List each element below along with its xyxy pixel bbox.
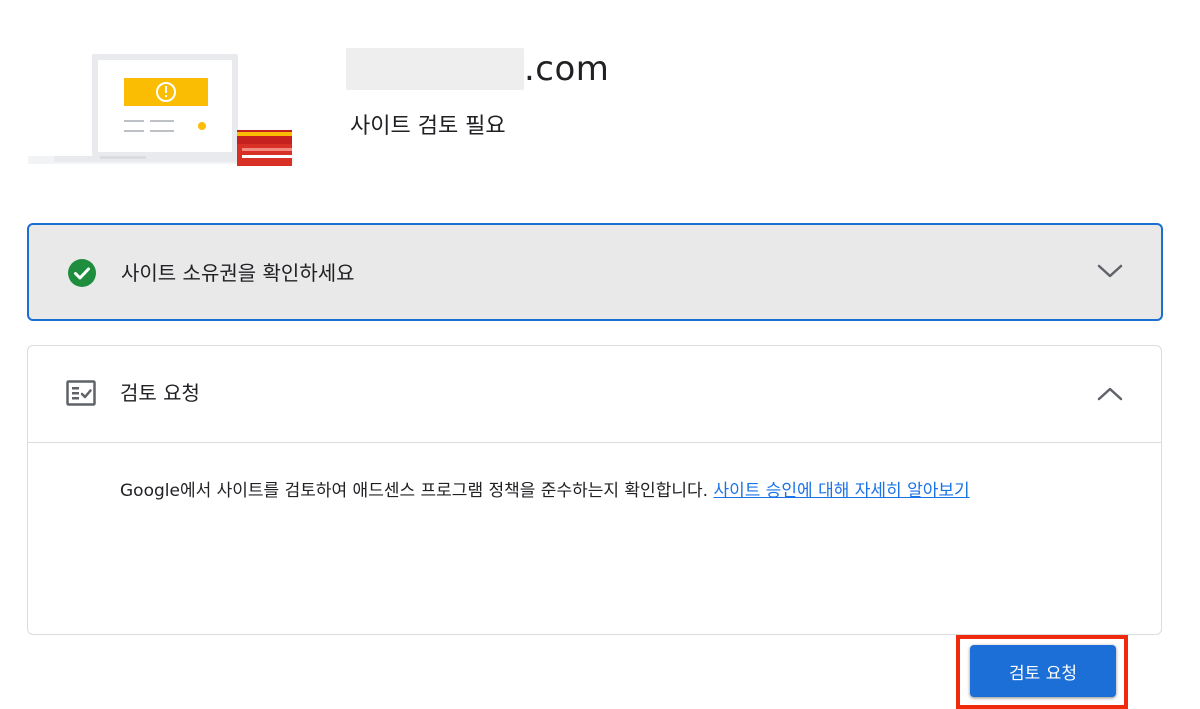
request-review-header[interactable]: 검토 요청 xyxy=(28,346,1161,443)
verify-ownership-title: 사이트 소유권을 확인하세요 xyxy=(121,261,355,285)
checklist-icon xyxy=(66,380,96,406)
chevron-down-icon[interactable] xyxy=(1097,261,1123,281)
request-review-body: Google에서 사이트를 검토하여 애드센스 프로그램 정책을 준수하는지 확… xyxy=(28,443,1161,709)
site-domain: .com xyxy=(346,46,609,92)
site-status-text: 사이트 검토 필요 xyxy=(350,114,506,139)
request-review-title: 검토 요청 xyxy=(120,381,200,405)
review-description-text: Google에서 사이트를 검토하여 애드센스 프로그램 정책을 준수하는지 확… xyxy=(120,481,709,501)
request-review-button[interactable]: 검토 요청 xyxy=(970,645,1116,697)
review-description: Google에서 사이트를 검토하여 애드센스 프로그램 정책을 준수하는지 확… xyxy=(120,479,970,503)
chevron-up-icon[interactable] xyxy=(1097,384,1123,404)
verify-ownership-panel[interactable]: 사이트 소유권을 확인하세요 xyxy=(27,223,1163,321)
request-review-panel: 검토 요청 Google에서 사이트를 검토하여 애드센스 프로그램 정책을 준… xyxy=(27,345,1162,709)
site-review-illustration xyxy=(28,50,294,170)
learn-more-link[interactable]: 사이트 승인에 대해 자세히 알아보기 xyxy=(713,481,969,501)
redacted-domain-name xyxy=(346,48,524,90)
domain-suffix: .com xyxy=(524,49,610,89)
check-circle-icon xyxy=(67,258,97,288)
